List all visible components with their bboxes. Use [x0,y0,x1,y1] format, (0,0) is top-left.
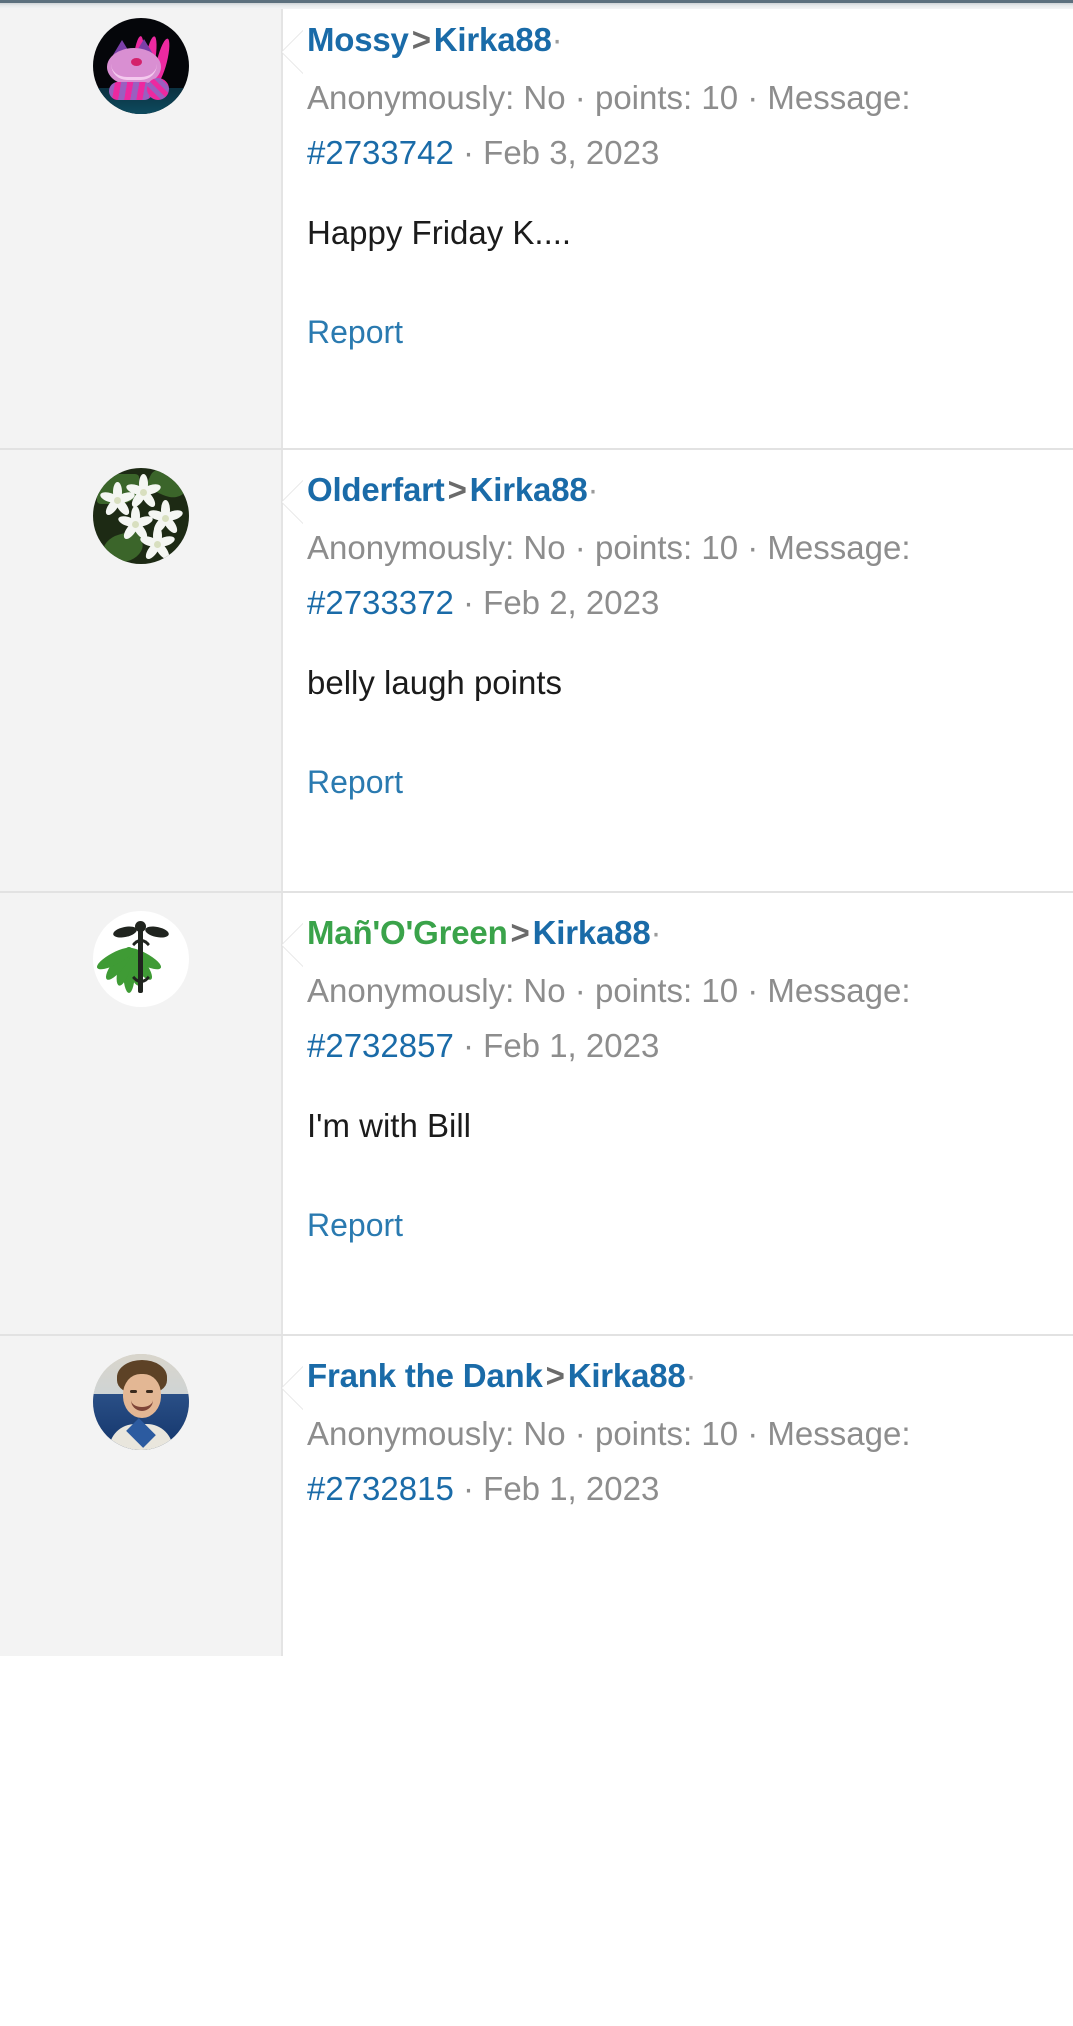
entry-content: Mañ'O'Green>Kirka88· Anonymously: No · p… [282,893,1073,1334]
speech-notch-icon [282,480,304,524]
points-value: points: 10 [594,1414,739,1452]
dot-separator: · [463,1469,474,1507]
dot-separator: · [463,583,474,621]
entry-content: Olderfart>Kirka88· Anonymously: No · poi… [282,450,1073,891]
avatar-column [0,893,283,1334]
message-label: Message: [767,971,911,1009]
anonymously-value: Anonymously: No [307,78,566,116]
avatar-detail [137,524,177,564]
avatar-detail [122,1374,161,1418]
dot-separator: · [574,971,586,1009]
avatar-detail [129,1390,137,1393]
entry-date: Feb 2, 2023 [483,583,660,621]
dot-separator: · [650,914,662,951]
dot-separator: · [747,528,759,566]
message-id-link[interactable]: #2733372 [307,584,454,621]
caduceus-cannabis-avatar[interactable] [92,911,189,1007]
guestbook-entry-row[interactable]: Frank the Dank>Kirka88· Anonymously: No … [0,1336,1073,1656]
arrow-icon: > [510,914,530,951]
recipient-link[interactable]: Kirka88 [568,1357,686,1394]
jasmine-flowers-avatar[interactable] [92,468,189,564]
entry-headline: Mañ'O'Green>Kirka88· [307,911,1051,955]
message-label: Message: [767,78,911,116]
cheshire-cat-avatar[interactable] [92,18,189,114]
message-id-link[interactable]: #2732815 [307,1470,454,1507]
dot-separator: · [574,1414,586,1452]
anonymously-value: Anonymously: No [307,971,566,1009]
speech-notch-icon [282,30,304,74]
entry-content: Frank the Dank>Kirka88· Anonymously: No … [282,1336,1073,1656]
guestbook-entry-list: Mossy>Kirka88· Anonymously: No · points:… [0,0,1073,1656]
report-link[interactable]: Report [307,313,403,351]
report-link[interactable]: Report [307,1206,403,1244]
entry-meta: Anonymously: No · points: 10 · Message: … [307,520,1051,631]
entry-meta: Anonymously: No · points: 10 · Message: … [307,963,1051,1074]
guestbook-entry-row[interactable]: Mossy>Kirka88· Anonymously: No · points:… [0,0,1073,450]
anonymously-value: Anonymously: No [307,528,566,566]
dot-separator: · [747,971,759,1009]
entry-date: Feb 3, 2023 [483,133,660,171]
avatar-detail [145,1390,153,1393]
anonymously-value: Anonymously: No [307,1414,566,1452]
top-border [0,0,1073,3]
arrow-icon: > [545,1357,565,1394]
dot-separator: · [551,21,563,58]
recipient-link[interactable]: Kirka88 [533,914,651,951]
author-link[interactable]: Mañ'O'Green [307,914,508,951]
message-label: Message: [767,528,911,566]
avatar-column [0,1336,283,1656]
avatar-detail [146,78,169,100]
dot-separator: · [747,78,759,116]
dot-separator: · [685,1357,697,1394]
dot-separator: · [463,133,474,171]
dot-separator: · [574,78,586,116]
recipient-link[interactable]: Kirka88 [470,471,588,508]
guestbook-entry-row[interactable]: Olderfart>Kirka88· Anonymously: No · poi… [0,450,1073,893]
recipient-link[interactable]: Kirka88 [434,21,552,58]
entry-content: Mossy>Kirka88· Anonymously: No · points:… [282,0,1073,448]
avatar-detail [130,58,142,66]
speech-notch-icon [282,923,304,967]
author-link[interactable]: Frank the Dank [307,1357,543,1394]
entry-meta: Anonymously: No · points: 10 · Message: … [307,70,1051,181]
entry-date: Feb 1, 2023 [483,1026,660,1064]
comment-list-page: Mossy>Kirka88· Anonymously: No · points:… [0,0,1073,2026]
author-link[interactable]: Olderfart [307,471,445,508]
avatar-detail [126,939,155,983]
guestbook-entry-row[interactable]: Mañ'O'Green>Kirka88· Anonymously: No · p… [0,893,1073,1336]
entry-headline: Mossy>Kirka88· [307,18,1051,62]
report-link[interactable]: Report [307,763,403,801]
speech-notch-icon [282,1366,304,1410]
entry-body: Happy Friday K.... [307,214,572,252]
points-value: points: 10 [594,528,739,566]
avatar-column [0,0,283,448]
avatar-detail [134,921,146,932]
dot-separator: · [747,1414,759,1452]
entry-meta: Anonymously: No · points: 10 · Message: … [307,1406,1051,1517]
arrow-icon: > [411,21,431,58]
dot-separator: · [574,528,586,566]
entry-body: I'm with Bill [307,1107,471,1145]
entry-headline: Olderfart>Kirka88· [307,468,1051,512]
avatar-column [0,450,283,891]
message-id-link[interactable]: #2733742 [307,134,454,171]
arrow-icon: > [447,471,467,508]
author-link[interactable]: Mossy [307,21,409,58]
avatar-detail [108,82,153,100]
avatar-detail [143,924,170,940]
entry-body: belly laugh points [307,664,563,702]
frank-portrait-avatar[interactable] [92,1354,189,1450]
entry-date: Feb 1, 2023 [483,1469,660,1507]
dot-separator: · [463,1026,474,1064]
points-value: points: 10 [594,78,739,116]
message-label: Message: [767,1414,911,1452]
entry-headline: Frank the Dank>Kirka88· [307,1354,1051,1398]
avatar-detail [111,924,138,940]
message-id-link[interactable]: #2732857 [307,1027,454,1064]
dot-separator: · [587,471,599,508]
points-value: points: 10 [594,971,739,1009]
